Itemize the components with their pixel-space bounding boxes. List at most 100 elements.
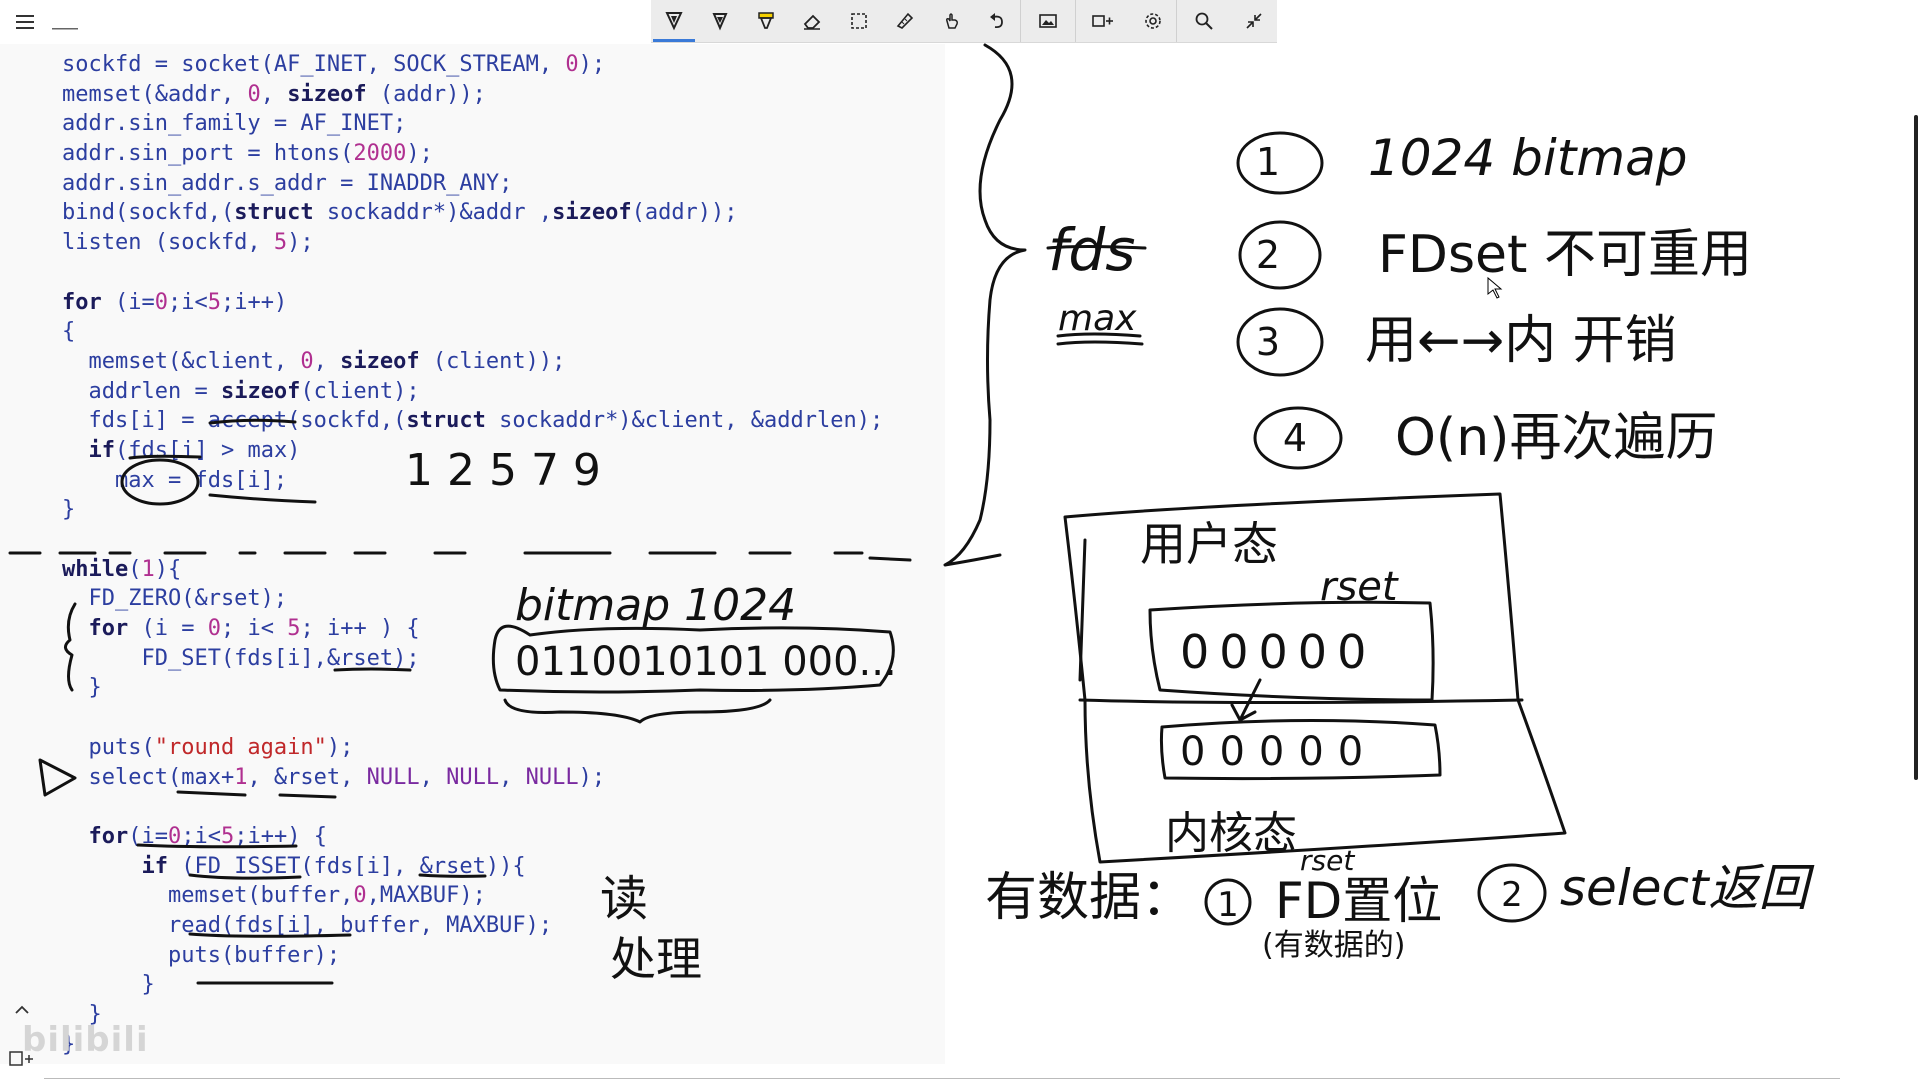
collapse-toolbar-button[interactable] [1231, 0, 1277, 42]
rset-label-text: rset [1320, 564, 1399, 610]
code-line: memset(&addr, 0, sizeof (addr)); [62, 81, 486, 107]
step1-rset-text: rset [1300, 844, 1355, 877]
fds-underline-ink [1046, 245, 1147, 250]
code-line: memset(buffer,0,MAXBUF); [62, 883, 486, 909]
ruler-icon [895, 11, 915, 31]
pen-alt-tool-button[interactable] [697, 0, 743, 42]
kernel-mode-text: 内核态 [1165, 808, 1297, 859]
step1-text: FD置位 [1275, 872, 1442, 930]
highlighter-icon [756, 11, 776, 31]
max-label-text: max [1058, 298, 1137, 339]
list-circle-4 [1253, 406, 1343, 470]
list-text-4: O(n)再次遍历 [1395, 408, 1717, 468]
lasso-select-icon [849, 11, 869, 31]
copy-down-arrow [1230, 678, 1262, 722]
code-line: for (i = 0; i< 5; i++ ) { [88, 616, 420, 642]
vertical-scrollbar[interactable] [1914, 115, 1918, 780]
list-num-3: 3 [1256, 320, 1280, 364]
drawing-toolbar [651, 0, 1277, 43]
code-screenshot-panel: sockfd = socket(AF_INET, SOCK_STREAM, 0)… [0, 44, 945, 1064]
code-line: addr.sin_addr.s_addr = INADDR_ANY; [62, 170, 513, 196]
user-bits-text: 00000 [1180, 625, 1376, 679]
code-line: FD_ZERO(&rset); [62, 586, 288, 612]
step1-circle [1204, 878, 1252, 926]
list-text-1: 1024 bitmap [1368, 129, 1687, 187]
list-num-1: 1 [1256, 140, 1280, 184]
add-space-icon [1091, 11, 1115, 31]
list-num-2: 2 [1256, 233, 1280, 277]
list-circle-2 [1238, 220, 1322, 290]
code-line: while(1){ [62, 556, 182, 582]
code-line: puts("round again"); [62, 734, 354, 760]
collapse-icon [1244, 11, 1264, 31]
bilibili-watermark: bilibili [22, 1020, 149, 1060]
kernel-bits-text: 00000 [1180, 729, 1377, 775]
code-line: select(max+1, &rset, NULL, NULL, NULL); [62, 764, 606, 790]
page-bottom-border [44, 1078, 1840, 1079]
hamburger-menu-icon[interactable] [12, 10, 38, 34]
list-text-2: FDset 不可重用 [1378, 225, 1752, 285]
code-listing: sockfd = socket(AF_INET, SOCK_STREAM, 0)… [62, 50, 883, 1059]
code-line: } [62, 497, 76, 523]
pen-icon [710, 11, 730, 31]
max-underline-ink [1056, 332, 1144, 346]
touch-writing-icon [941, 11, 961, 31]
has-data-text: 有数据： [985, 868, 1193, 928]
lasso-select-tool-button[interactable] [836, 0, 882, 42]
user-kernel-outer-box [1063, 492, 1567, 864]
document-title-bar[interactable] [50, 8, 90, 36]
list-num-4: 4 [1283, 416, 1307, 460]
step1-sub-text: (有数据的) [1262, 928, 1405, 963]
code-line: memset(&client, 0, sizeof (client)); [62, 348, 566, 374]
code-line: } [62, 1002, 102, 1027]
gear-icon [1143, 11, 1163, 31]
pen-icon [664, 11, 684, 31]
eraser-tool-button[interactable] [789, 0, 835, 42]
top-bar [0, 0, 1920, 44]
code-line: listen (sockfd, 5); [62, 230, 314, 256]
code-line: read(fds[i], buffer, MAXBUF); [62, 912, 553, 938]
kernel-rset-box [1159, 718, 1442, 781]
fds-label-text: fds [1048, 216, 1135, 284]
left-down-stroke [1078, 538, 1087, 682]
mouse-cursor-icon [1487, 276, 1503, 299]
step2-text: select返回 [1560, 859, 1815, 917]
step1-num: 1 [1217, 885, 1239, 925]
code-line: { [62, 319, 76, 345]
code-line: sockfd = socket(AF_INET, SOCK_STREAM, 0)… [62, 52, 606, 77]
code-line: } [62, 675, 102, 701]
settings-button[interactable] [1130, 0, 1177, 42]
code-line: for(i=0;i<5;i++) { [88, 823, 327, 849]
code-line: bind(sockfd,(struct sockaddr*)&addr ,siz… [62, 200, 738, 226]
user-kernel-divider [1078, 698, 1524, 704]
highlighter-tool-button[interactable] [743, 0, 789, 42]
step2-circle [1477, 863, 1547, 923]
list-circle-3 [1236, 307, 1324, 377]
chevron-up-icon[interactable] [12, 1000, 32, 1020]
code-line: for (i=0;i<5;i++) [62, 289, 288, 315]
user-mode-text: 用户态 [1140, 517, 1278, 571]
undo-button[interactable] [974, 0, 1022, 42]
code-line: addr.sin_family = AF_INET; [62, 111, 407, 137]
user-rset-box [1148, 600, 1435, 702]
list-text-3: 用←→内 开销 [1365, 311, 1677, 371]
step2-num: 2 [1501, 875, 1523, 915]
right-brace-stroke [943, 43, 1027, 567]
list-circle-1 [1236, 131, 1324, 195]
touch-writing-tool-button[interactable] [928, 0, 974, 42]
code-line: addrlen = sizeof(client); [62, 378, 420, 404]
pen-tool-button[interactable] [651, 0, 697, 42]
eraser-icon [802, 11, 822, 31]
insert-image-button[interactable] [1021, 0, 1076, 42]
ruler-tool-button[interactable] [882, 0, 928, 42]
code-line: fds[i] = accept(sockfd,(struct sockaddr*… [62, 408, 884, 434]
code-line: addr.sin_port = htons(2000); [62, 141, 433, 167]
add-space-button[interactable] [1076, 0, 1130, 42]
code-line: max = fds[i]; [62, 467, 288, 493]
undo-icon [987, 11, 1007, 31]
magnifier-icon [1194, 11, 1214, 31]
zoom-button[interactable] [1177, 0, 1231, 42]
code-line: if(fds[i] > max) [88, 437, 301, 463]
